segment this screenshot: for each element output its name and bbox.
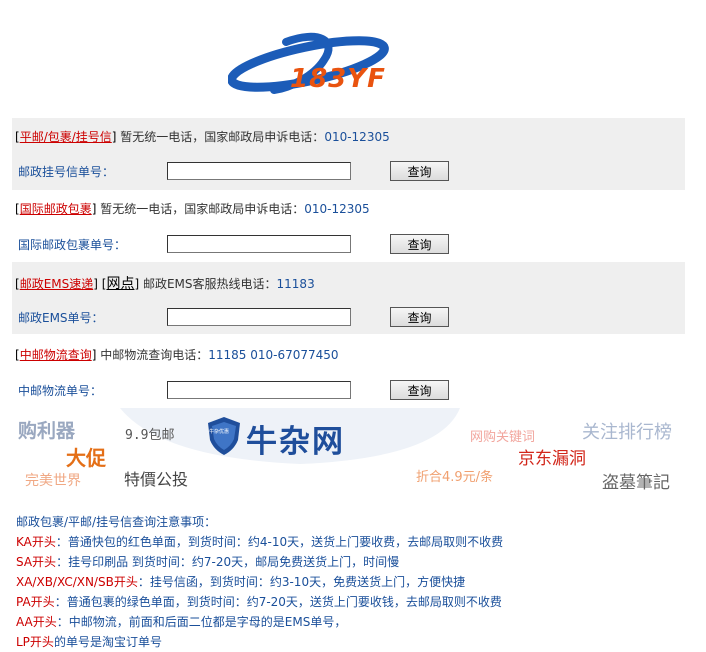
link-ems[interactable]: 邮政EMS速递 xyxy=(20,277,94,291)
tracking-label: 邮政EMS单号： xyxy=(18,311,104,325)
note-text: ：挂号印刷品 到货时间：约7-20天，邮局免费送货上门，时间慢 xyxy=(56,555,400,569)
registered-number-input[interactable] xyxy=(167,162,351,180)
section-note: 暂无统一电话，国家邮政局申诉电话： xyxy=(120,130,325,144)
ems-number-input[interactable] xyxy=(167,308,351,326)
notes-section: 邮政包裹/平邮/挂号信查询注意事项： KA开头：普通快包的红色单面，到货时间：约… xyxy=(16,512,696,652)
ad-item: 完美世界 xyxy=(25,473,81,489)
note-row: AA开头：中邮物流，前面和后面二位都是字母的是EMS单号， xyxy=(16,612,696,632)
ad-item: 大促 xyxy=(66,446,106,470)
query-button[interactable]: 查询 xyxy=(390,380,449,400)
section-postal-registered: [平邮/包裹/挂号信] 暂无统一电话，国家邮政局申诉电话：010-12305 邮… xyxy=(12,118,685,190)
ad-item: 网购关键词 xyxy=(470,430,536,445)
note-row: KA开头：普通快包的红色单面，到货时间：约4-10天，送货上门要收费，去邮局取则… xyxy=(16,532,696,552)
section-header: [中邮物流查询] 中邮物流查询电话：11185 010-67077450 xyxy=(15,348,339,362)
note-row: SA开头：挂号印刷品 到货时间：约7-20天，邮局免费送货上门，时间慢 xyxy=(16,552,696,572)
section-note: 暂无统一电话，国家邮政局申诉电话： xyxy=(100,202,305,216)
link-postal-registered[interactable]: 平邮/包裹/挂号信 xyxy=(20,130,112,144)
section-header: [国际邮政包裹] 暂无统一电话，国家邮政局申诉电话：010-12305 xyxy=(15,202,370,216)
section-international-parcel: [国际邮政包裹] 暂无统一电话，国家邮政局申诉电话：010-12305 国际邮政… xyxy=(12,190,685,262)
section-phone: 010-12305 xyxy=(324,130,390,144)
tracking-label: 邮政挂号信单号： xyxy=(18,165,115,179)
note-text: ：普通快包的红色单面，到货时间：约4-10天，送货上门要收费，去邮局取则不收费 xyxy=(55,535,504,549)
section-ems: [邮政EMS速递] [网点] 邮政EMS客服热线电话：11183 邮政EMS单号… xyxy=(12,262,685,334)
note-text: ：普通包裹的绿色单面，到货时间：约7-20天，送货上门要收钱，去邮局取则不收费 xyxy=(54,595,502,609)
ad-item: 关注排行榜 xyxy=(582,422,672,443)
note-text: ：中邮物流，前面和后面二位都是字母的是EMS单号， xyxy=(56,615,347,629)
ad-item: 9.9包邮 xyxy=(125,428,175,443)
link-ems-outlets[interactable]: 网点 xyxy=(106,276,134,292)
section-phone: 11185 010-67077450 xyxy=(208,348,339,362)
ad-item: 京东漏洞 xyxy=(518,449,586,469)
note-key: AA开头 xyxy=(16,615,57,629)
query-button[interactable]: 查询 xyxy=(390,234,449,254)
query-button[interactable]: 查询 xyxy=(390,307,449,327)
note-key: XA/XB/XC/XN/SB开头 xyxy=(16,575,138,589)
notes-heading: 邮政包裹/平邮/挂号信查询注意事项： xyxy=(16,515,217,529)
section-phone: 11183 xyxy=(276,277,315,291)
section-phone: 010-12305 xyxy=(304,202,370,216)
section-header: [邮政EMS速递] [网点] 邮政EMS客服热线电话：11183 xyxy=(15,276,315,292)
link-international-parcel[interactable]: 国际邮政包裹 xyxy=(20,202,92,216)
shield-text: 牛杂优惠 xyxy=(209,429,230,435)
tracking-label: 国际邮政包裹单号： xyxy=(18,238,127,252)
section-note: 邮政EMS客服热线电话： xyxy=(142,277,277,291)
ad-item: 盗墓筆記 xyxy=(602,473,670,493)
note-row: PA开头：普通包裹的绿色单面，到货时间：约7-20天，送货上门要收钱，去邮局取则… xyxy=(16,592,696,612)
ad-item: 特價公投 xyxy=(124,470,189,489)
tracking-label: 中邮物流单号： xyxy=(18,384,103,398)
section-china-post-logistics: [中邮物流查询] 中邮物流查询电话：11185 010-67077450 中邮物… xyxy=(12,334,685,406)
note-key: SA开头 xyxy=(16,555,57,569)
international-number-input[interactable] xyxy=(167,235,351,253)
logistics-number-input[interactable] xyxy=(167,381,351,399)
ad-item: 折合4.9元/条 xyxy=(416,470,494,485)
note-text: 的单号是淘宝订单号 xyxy=(53,635,162,649)
note-text: ：挂号信函，到货时间：约3-10天，免费送货上门，方便快捷 xyxy=(137,575,466,589)
note-row: LP开头的单号是淘宝订单号 xyxy=(16,632,696,652)
note-key: LP开头 xyxy=(16,635,54,649)
ad-banner[interactable]: 购利器 9.9包邮 牛杂优惠 牛杂网 网购关键词 关注排行榜 大促 京东漏洞 完… xyxy=(0,408,706,502)
note-key: KA开头 xyxy=(16,535,56,549)
ad-item: 购利器 xyxy=(18,420,76,442)
note-key: PA开头 xyxy=(16,595,55,609)
shield-icon xyxy=(206,416,242,456)
ad-brand: 牛杂网 xyxy=(246,424,345,460)
query-button[interactable]: 查询 xyxy=(390,161,449,181)
logo-text: 183YF xyxy=(290,64,386,94)
section-header: [平邮/包裹/挂号信] 暂无统一电话，国家邮政局申诉电话：010-12305 xyxy=(15,130,390,144)
section-note: 中邮物流查询电话： xyxy=(100,348,209,362)
link-logistics[interactable]: 中邮物流查询 xyxy=(20,348,92,362)
note-row: XA/XB/XC/XN/SB开头：挂号信函，到货时间：约3-10天，免费送货上门… xyxy=(16,572,696,592)
